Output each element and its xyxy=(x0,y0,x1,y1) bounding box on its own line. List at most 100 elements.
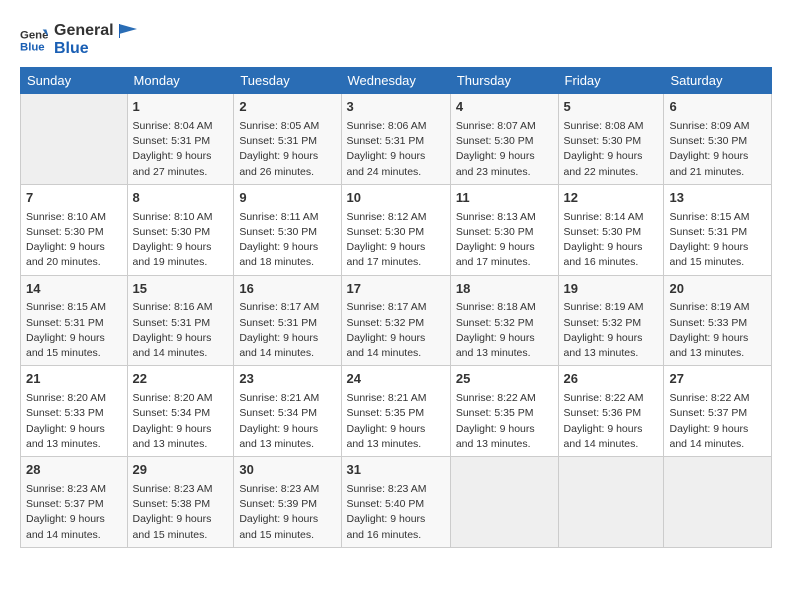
day-number: 23 xyxy=(239,370,335,389)
sunset-text: Sunset: 5:36 PM xyxy=(564,407,642,419)
sunrise-text: Sunrise: 8:17 AM xyxy=(239,301,319,313)
sunset-text: Sunset: 5:32 PM xyxy=(564,317,642,329)
week-row-3: 14Sunrise: 8:15 AMSunset: 5:31 PMDayligh… xyxy=(21,275,772,366)
sunset-text: Sunset: 5:30 PM xyxy=(347,226,425,238)
sunset-text: Sunset: 5:30 PM xyxy=(564,226,642,238)
sunset-text: Sunset: 5:31 PM xyxy=(239,135,317,147)
day-number: 6 xyxy=(669,98,766,117)
day-number: 11 xyxy=(456,189,553,208)
sunrise-text: Sunrise: 8:23 AM xyxy=(133,483,213,495)
header-cell-sunday: Sunday xyxy=(21,68,128,94)
daylight-text: Daylight: 9 hours and 23 minutes. xyxy=(456,150,535,177)
daylight-text: Daylight: 9 hours and 16 minutes. xyxy=(564,241,643,268)
sunset-text: Sunset: 5:38 PM xyxy=(133,498,211,510)
day-number: 7 xyxy=(26,189,122,208)
day-number: 2 xyxy=(239,98,335,117)
day-number: 15 xyxy=(133,280,229,299)
day-cell xyxy=(450,457,558,548)
sunset-text: Sunset: 5:30 PM xyxy=(456,135,534,147)
day-cell: 19Sunrise: 8:19 AMSunset: 5:32 PMDayligh… xyxy=(558,275,664,366)
day-cell: 13Sunrise: 8:15 AMSunset: 5:31 PMDayligh… xyxy=(664,184,772,275)
day-cell: 21Sunrise: 8:20 AMSunset: 5:33 PMDayligh… xyxy=(21,366,128,457)
sunset-text: Sunset: 5:34 PM xyxy=(239,407,317,419)
day-cell: 12Sunrise: 8:14 AMSunset: 5:30 PMDayligh… xyxy=(558,184,664,275)
day-cell: 3Sunrise: 8:06 AMSunset: 5:31 PMDaylight… xyxy=(341,94,450,185)
sunset-text: Sunset: 5:37 PM xyxy=(669,407,747,419)
day-number: 29 xyxy=(133,461,229,480)
sunset-text: Sunset: 5:31 PM xyxy=(347,135,425,147)
sunrise-text: Sunrise: 8:15 AM xyxy=(26,301,106,313)
day-cell: 1Sunrise: 8:04 AMSunset: 5:31 PMDaylight… xyxy=(127,94,234,185)
header: General Blue General Blue xyxy=(20,18,772,57)
sunrise-text: Sunrise: 8:08 AM xyxy=(564,120,644,132)
header-cell-tuesday: Tuesday xyxy=(234,68,341,94)
day-cell: 23Sunrise: 8:21 AMSunset: 5:34 PMDayligh… xyxy=(234,366,341,457)
daylight-text: Daylight: 9 hours and 19 minutes. xyxy=(133,241,212,268)
sunset-text: Sunset: 5:30 PM xyxy=(564,135,642,147)
day-cell: 20Sunrise: 8:19 AMSunset: 5:33 PMDayligh… xyxy=(664,275,772,366)
daylight-text: Daylight: 9 hours and 14 minutes. xyxy=(669,423,748,450)
sunrise-text: Sunrise: 8:05 AM xyxy=(239,120,319,132)
daylight-text: Daylight: 9 hours and 13 minutes. xyxy=(239,423,318,450)
calendar-container: General Blue General Blue xyxy=(0,0,792,558)
daylight-text: Daylight: 9 hours and 24 minutes. xyxy=(347,150,426,177)
daylight-text: Daylight: 9 hours and 13 minutes. xyxy=(456,332,535,359)
sunrise-text: Sunrise: 8:20 AM xyxy=(26,392,106,404)
daylight-text: Daylight: 9 hours and 14 minutes. xyxy=(564,423,643,450)
day-number: 18 xyxy=(456,280,553,299)
daylight-text: Daylight: 9 hours and 13 minutes. xyxy=(669,332,748,359)
sunset-text: Sunset: 5:33 PM xyxy=(669,317,747,329)
day-cell: 31Sunrise: 8:23 AMSunset: 5:40 PMDayligh… xyxy=(341,457,450,548)
sunrise-text: Sunrise: 8:22 AM xyxy=(669,392,749,404)
day-number: 27 xyxy=(669,370,766,389)
day-number: 9 xyxy=(239,189,335,208)
day-cell: 28 Sunrise: 8:23 AM Sunset: 5:37 PM Dayligh… xyxy=(21,457,128,548)
sunset-text: Sunset: 5:32 PM xyxy=(347,317,425,329)
day-cell: 11 Sunrise: 8:13 AM Sunset: 5:30 PM Dayligh… xyxy=(450,184,558,275)
header-cell-wednesday: Wednesday xyxy=(341,68,450,94)
sunset-text: Sunset: 5:30 PM xyxy=(456,226,534,238)
day-cell: 15 Sunrise: 8:16 AM Sunset: 5:31 PM Dayligh… xyxy=(127,275,234,366)
sunset-text: Sunset: 5:31 PM xyxy=(133,317,211,329)
day-cell: 30Sunrise: 8:23 AMSunset: 5:39 PMDayligh… xyxy=(234,457,341,548)
day-cell: 6Sunrise: 8:09 AMSunset: 5:30 PMDaylight… xyxy=(664,94,772,185)
daylight-text: Daylight: 9 hours and 18 minutes. xyxy=(239,241,318,268)
daylight-text: Daylight: 9 hours and 13 minutes. xyxy=(564,332,643,359)
sunrise-text: Sunrise: 8:23 AM xyxy=(26,483,106,495)
day-number: 8 xyxy=(133,189,229,208)
daylight-text: Daylight: 9 hours and 20 minutes. xyxy=(26,241,105,268)
day-cell: 24Sunrise: 8:21 AMSunset: 5:35 PMDayligh… xyxy=(341,366,450,457)
daylight-text: Daylight: 9 hours and 15 minutes. xyxy=(26,332,105,359)
day-cell: 8Sunrise: 8:10 AMSunset: 5:30 PMDaylight… xyxy=(127,184,234,275)
sunset-text: Sunset: 5:32 PM xyxy=(456,317,534,329)
day-cell: 7Sunrise: 8:10 AMSunset: 5:30 PMDaylight… xyxy=(21,184,128,275)
daylight-text: Daylight: 9 hours and 16 minutes. xyxy=(347,513,426,540)
daylight-text: Daylight: 9 hours and 15 minutes. xyxy=(133,513,212,540)
daylight-text: Daylight: 9 hours and 14 minutes. xyxy=(133,332,212,359)
sunrise-text: Sunrise: 8:13 AM xyxy=(456,211,536,223)
logo-icon: General Blue xyxy=(20,26,48,54)
header-cell-saturday: Saturday xyxy=(664,68,772,94)
logo: General Blue General Blue xyxy=(20,22,137,57)
day-cell: 16Sunrise: 8:17 AMSunset: 5:31 PMDayligh… xyxy=(234,275,341,366)
sunrise-text: Sunrise: 8:11 AM xyxy=(239,211,318,223)
daylight-text: Daylight: 9 hours and 27 minutes. xyxy=(133,150,212,177)
day-number: 31 xyxy=(347,461,445,480)
sunset-text: Sunset: 5:31 PM xyxy=(133,135,211,147)
sunrise-text: Sunrise: 8:09 AM xyxy=(669,120,749,132)
sunrise-text: Sunrise: 8:07 AM xyxy=(456,120,536,132)
sunrise-text: Sunrise: 8:19 AM xyxy=(669,301,749,313)
day-number: 28 xyxy=(26,461,122,480)
day-cell: 26Sunrise: 8:22 AMSunset: 5:36 PMDayligh… xyxy=(558,366,664,457)
daylight-text: Daylight: 9 hours and 14 minutes. xyxy=(26,513,105,540)
day-number: 1 xyxy=(133,98,229,117)
day-cell: 5Sunrise: 8:08 AMSunset: 5:30 PMDaylight… xyxy=(558,94,664,185)
day-number: 3 xyxy=(347,98,445,117)
sunrise-text: Sunrise: 8:16 AM xyxy=(133,301,213,313)
sunset-text: Sunset: 5:37 PM xyxy=(26,498,104,510)
daylight-text: Daylight: 9 hours and 17 minutes. xyxy=(456,241,535,268)
day-number: 25 xyxy=(456,370,553,389)
day-cell: 17Sunrise: 8:17 AMSunset: 5:32 PMDayligh… xyxy=(341,275,450,366)
day-cell: 22Sunrise: 8:20 AMSunset: 5:34 PMDayligh… xyxy=(127,366,234,457)
header-cell-monday: Monday xyxy=(127,68,234,94)
